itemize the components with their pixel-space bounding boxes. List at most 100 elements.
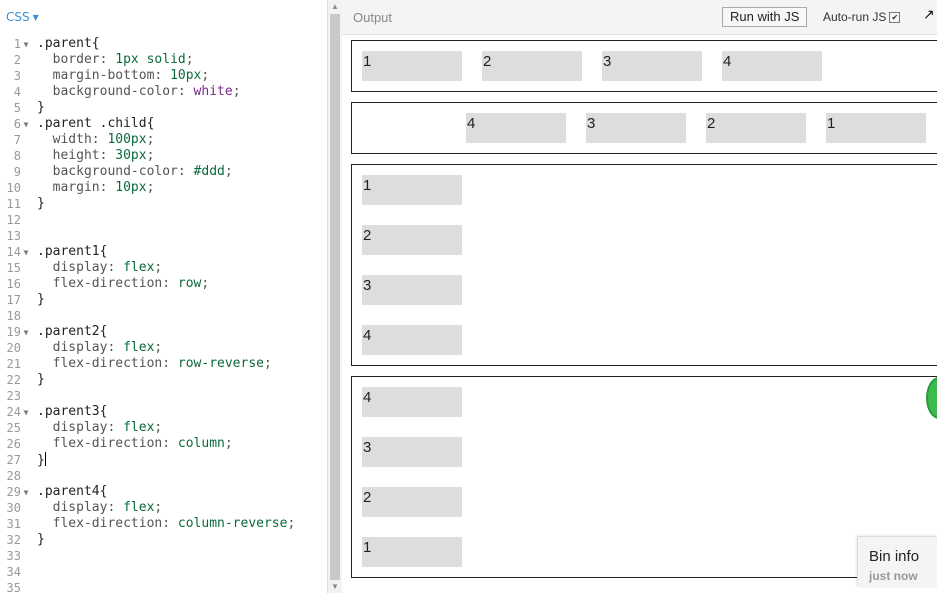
code-text[interactable]: width: 100px; <box>31 132 155 148</box>
code-line[interactable]: 10 margin: 10px; <box>0 180 327 196</box>
code-text[interactable]: margin: 10px; <box>31 180 155 196</box>
code-line[interactable]: 13 <box>0 228 327 244</box>
bin-info-panel[interactable]: Bin info just now <box>857 536 937 586</box>
code-line[interactable]: 11} <box>0 196 327 212</box>
code-line[interactable]: 23 <box>0 388 327 404</box>
code-text[interactable]: background-color: white; <box>31 84 241 100</box>
code-token: ; <box>224 436 233 451</box>
code-area[interactable]: 1 ▼ .parent{2 border: 1px solid; 3 margin-b… <box>0 36 327 593</box>
code-text[interactable]: } <box>31 292 45 308</box>
editor-scrollbar[interactable]: ▲ ▼ <box>327 0 343 593</box>
code-line[interactable]: 3 margin-bottom: 10px; <box>0 68 327 84</box>
code-line[interactable]: 4 background-color: white; <box>0 84 327 100</box>
run-with-js-button[interactable]: Run with JS <box>722 7 808 27</box>
fold-toggle-icon[interactable]: ▼ <box>21 324 31 340</box>
code-line[interactable]: 26 flex-direction: column; <box>0 436 327 452</box>
code-line[interactable]: 25 display: flex; <box>0 420 327 436</box>
code-line[interactable]: 24 ▼ .parent3{ <box>0 404 327 420</box>
code-line[interactable]: 31 flex-direction: column-reverse; <box>0 516 327 532</box>
fold-toggle-icon[interactable]: ▼ <box>21 116 31 132</box>
code-line[interactable]: 17} <box>0 292 327 308</box>
code-text[interactable]: .parent1{ <box>31 244 107 260</box>
code-line[interactable]: 35 <box>0 580 327 593</box>
fold-gutter <box>21 260 31 276</box>
code-text[interactable]: margin-bottom: 10px; <box>31 68 210 84</box>
code-line[interactable]: 6 ▼ .parent .child{ <box>0 116 327 132</box>
code-line[interactable]: 30 display: flex; <box>0 500 327 516</box>
code-text[interactable]: flex-direction: row-reverse; <box>31 356 272 372</box>
fold-gutter <box>21 292 31 308</box>
code-text[interactable]: height: 30px; <box>31 148 155 164</box>
fold-gutter <box>21 532 31 548</box>
code-line[interactable]: 14 ▼ .parent1{ <box>0 244 327 260</box>
line-number: 13 <box>6 229 21 243</box>
code-text[interactable]: display: flex; <box>31 420 163 436</box>
code-line[interactable]: 2 border: 1px solid; <box>0 52 327 68</box>
code-text[interactable]: border: 1px solid; <box>31 52 194 68</box>
code-line[interactable]: 15 display: flex; <box>0 260 327 276</box>
code-text[interactable]: } <box>31 532 45 548</box>
code-text[interactable]: flex-direction: column-reverse; <box>31 516 296 532</box>
code-text[interactable] <box>31 308 37 324</box>
code-text[interactable]: .parent2{ <box>31 324 107 340</box>
fold-toggle-icon[interactable]: ▼ <box>21 484 31 500</box>
code-line[interactable]: 1 ▼ .parent{ <box>0 36 327 52</box>
code-text[interactable]: display: flex; <box>31 260 163 276</box>
code-line[interactable]: 16 flex-direction: row; <box>0 276 327 292</box>
fold-toggle-icon[interactable]: ▼ <box>21 404 31 420</box>
flex-child: 1 <box>362 537 462 567</box>
code-line[interactable]: 27} <box>0 452 327 468</box>
code-text[interactable]: flex-direction: column; <box>31 436 233 452</box>
code-line[interactable]: 7 width: 100px; <box>0 132 327 148</box>
code-text[interactable]: display: flex; <box>31 340 163 356</box>
code-text[interactable] <box>31 580 37 593</box>
flex-child-label: 3 <box>363 277 372 294</box>
code-text[interactable]: flex-direction: row; <box>31 276 210 292</box>
code-text[interactable] <box>31 564 37 580</box>
code-text[interactable] <box>31 228 37 244</box>
code-token: flex <box>123 500 155 515</box>
code-line[interactable]: 34 <box>0 564 327 580</box>
code-text[interactable]: } <box>31 100 45 116</box>
code-line[interactable]: 12 <box>0 212 327 228</box>
scroll-down-icon[interactable]: ▼ <box>331 582 339 591</box>
flex-container-parent2: 4 3 2 1 <box>351 102 937 154</box>
code-text[interactable] <box>31 212 37 228</box>
code-line[interactable]: 22} <box>0 372 327 388</box>
autorun-toggle[interactable]: Auto-run JS ✔ <box>823 10 901 24</box>
code-line[interactable]: 5} <box>0 100 327 116</box>
code-line[interactable]: 18 <box>0 308 327 324</box>
code-line[interactable]: 29 ▼ .parent4{ <box>0 484 327 500</box>
fold-toggle-icon[interactable]: ▼ <box>21 244 31 260</box>
code-line[interactable]: 8 height: 30px; <box>0 148 327 164</box>
code-text[interactable]: display: flex; <box>31 500 163 516</box>
code-text[interactable] <box>31 388 37 404</box>
code-text[interactable] <box>31 548 37 564</box>
checkbox-checked-icon[interactable]: ✔ <box>889 12 901 23</box>
code-line[interactable]: 9 background-color: #ddd; <box>0 164 327 180</box>
code-text[interactable]: } <box>31 452 46 468</box>
editor-language-dropdown[interactable]: CSS ▼ <box>6 10 39 24</box>
code-line[interactable]: 19 ▼ .parent2{ <box>0 324 327 340</box>
code-line[interactable]: 33 <box>0 548 327 564</box>
line-number: 31 <box>6 517 21 531</box>
bin-info-title: Bin info <box>869 548 920 565</box>
code-line[interactable]: 20 display: flex; <box>0 340 327 356</box>
code-line[interactable]: 28 <box>0 468 327 484</box>
code-text[interactable]: .parent .child{ <box>31 116 154 132</box>
code-text[interactable]: background-color: #ddd; <box>31 164 233 180</box>
expand-arrow-icon[interactable]: ↗ <box>923 6 935 23</box>
code-text[interactable]: .parent3{ <box>31 404 107 420</box>
scrollbar-thumb[interactable] <box>330 14 340 580</box>
fold-toggle-icon[interactable]: ▼ <box>21 36 31 52</box>
scroll-up-icon[interactable]: ▲ <box>331 2 339 11</box>
code-text[interactable]: } <box>31 196 45 212</box>
code-line[interactable]: 32} <box>0 532 327 548</box>
code-text[interactable]: } <box>31 372 45 388</box>
fold-gutter <box>21 84 31 100</box>
code-text[interactable]: .parent{ <box>31 36 100 52</box>
css-editor-panel[interactable]: CSS ▼ 1 ▼ .parent{2 border: 1px solid; 3 mar… <box>0 0 327 593</box>
code-text[interactable]: .parent4{ <box>31 484 107 500</box>
code-line[interactable]: 21 flex-direction: row-reverse; <box>0 356 327 372</box>
code-text[interactable] <box>31 468 37 484</box>
